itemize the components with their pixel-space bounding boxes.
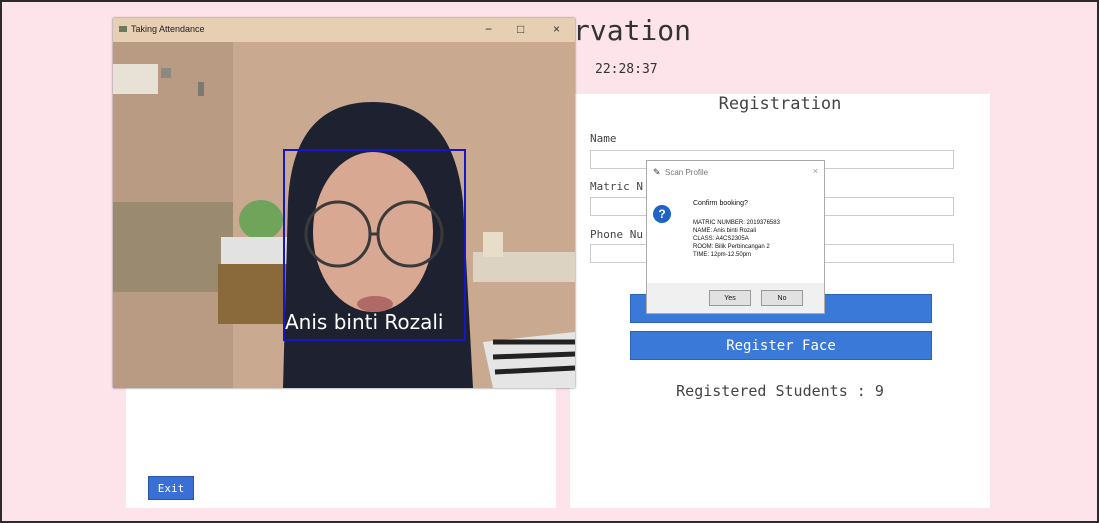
close-icon[interactable]: × bbox=[553, 22, 560, 36]
register-face-button[interactable]: Register Face bbox=[630, 331, 932, 360]
maximize-icon[interactable]: □ bbox=[517, 22, 524, 36]
yes-button[interactable]: Yes bbox=[709, 290, 751, 306]
dialog-titlebar[interactable]: ✎ Scan Profile × bbox=[647, 161, 824, 183]
phone-label: Phone Nu bbox=[590, 228, 643, 241]
exit-button[interactable]: Exit bbox=[148, 476, 194, 500]
feather-icon: ✎ bbox=[653, 167, 661, 177]
recognized-name: Anis binti Rozali bbox=[285, 310, 444, 334]
dialog-body: ? Confirm booking? MATRIC NUMBER: 201937… bbox=[647, 183, 824, 283]
room-line: ROOM: Bilik Perbincangan 2 bbox=[693, 244, 770, 250]
app-title: rvation bbox=[573, 14, 692, 47]
matric-label: Matric N bbox=[590, 180, 643, 193]
camera-window: Taking Attendance − □ × Anis binti Rozal… bbox=[113, 18, 575, 388]
camera-titlebar[interactable]: Taking Attendance − □ × bbox=[113, 18, 575, 42]
dialog-message: Confirm booking? bbox=[693, 200, 748, 207]
registered-students-count: Registered Students : 9 bbox=[676, 382, 884, 400]
scan-profile-dialog: ✎ Scan Profile × ? Confirm booking? MATR… bbox=[646, 160, 825, 314]
no-button[interactable]: No bbox=[761, 290, 803, 306]
app-icon bbox=[119, 26, 127, 32]
name-label: Name bbox=[590, 132, 617, 145]
camera-window-title: Taking Attendance bbox=[131, 24, 205, 34]
clock-time: 22:28:37 bbox=[595, 62, 658, 77]
matric-line: MATRIC NUMBER: 2019376583 bbox=[693, 220, 780, 226]
class-line: CLASS: A4CS2305A bbox=[693, 236, 749, 242]
registration-title: Registration bbox=[718, 94, 842, 114]
question-icon: ? bbox=[653, 205, 671, 223]
time-line: TIME: 12pm-12.50pm bbox=[693, 252, 752, 258]
minimize-icon[interactable]: − bbox=[485, 22, 492, 36]
name-line: NAME: Anis binti Rozali bbox=[693, 228, 757, 234]
camera-feed bbox=[113, 42, 575, 388]
dialog-title: Scan Profile bbox=[665, 168, 709, 177]
close-icon[interactable]: × bbox=[813, 166, 818, 176]
